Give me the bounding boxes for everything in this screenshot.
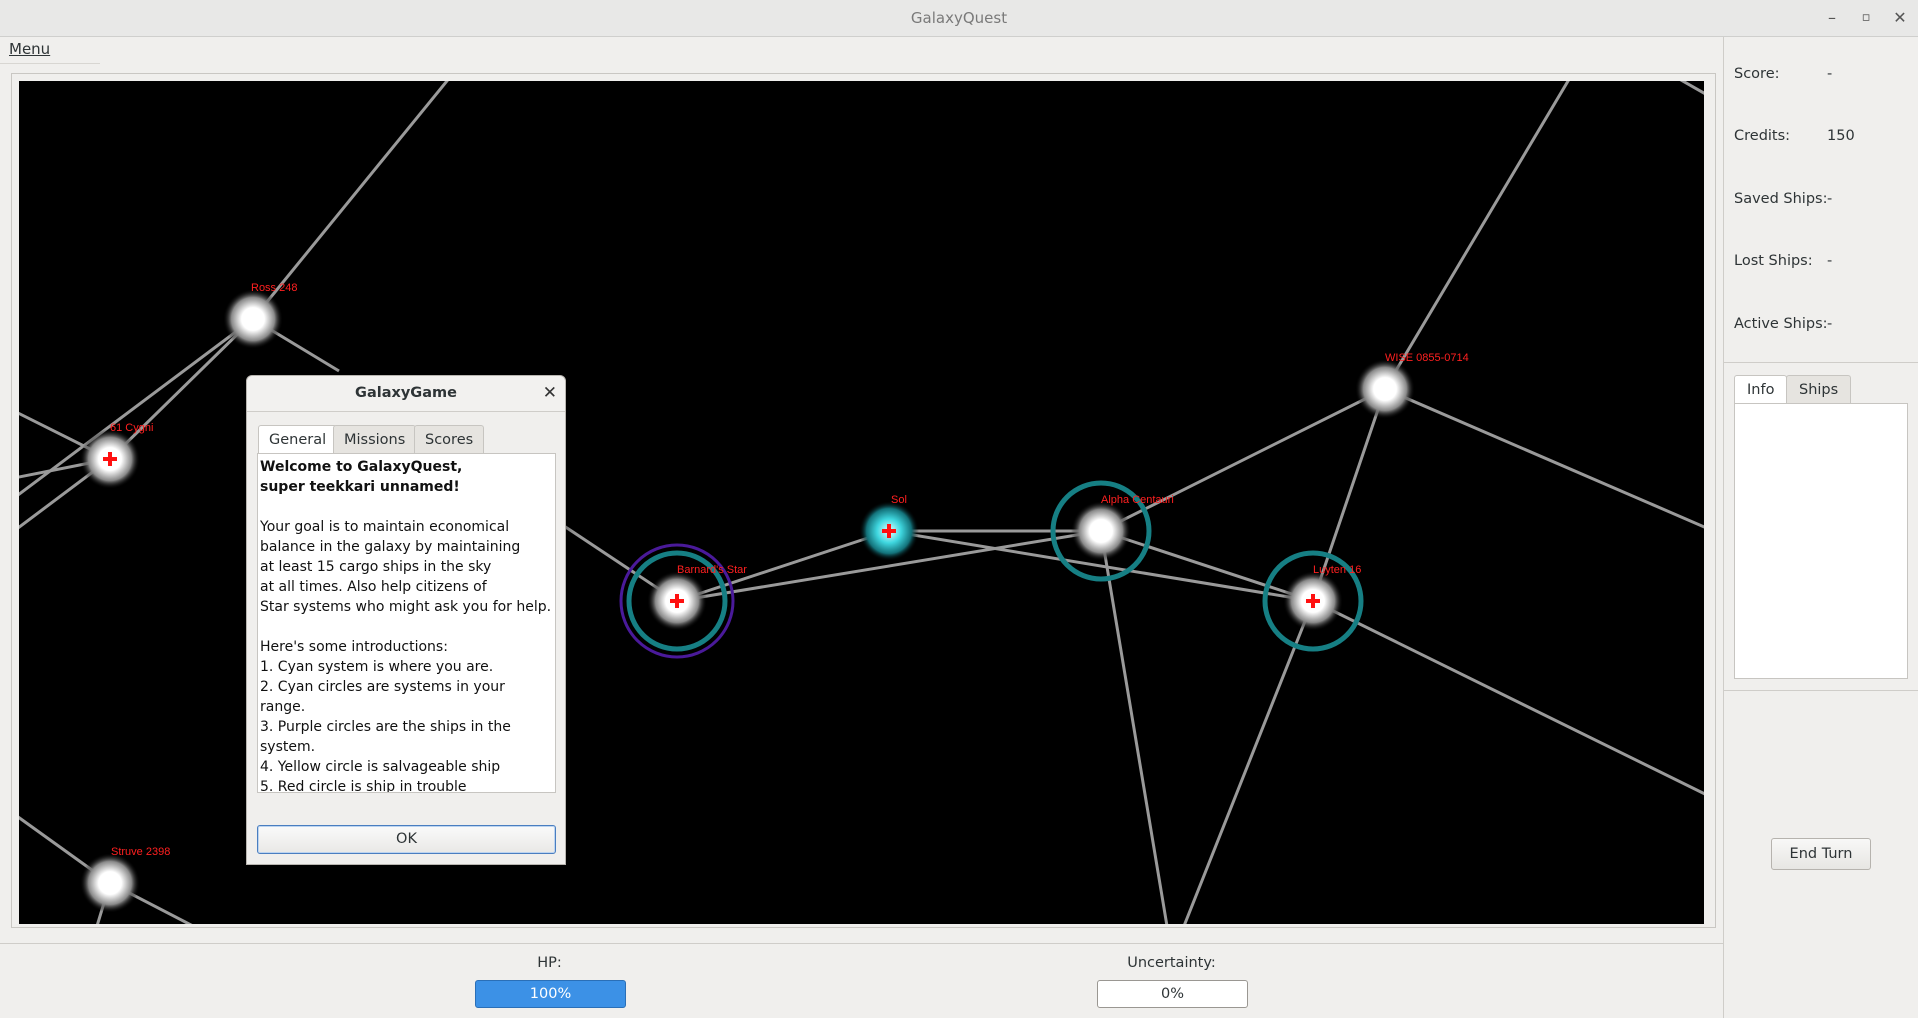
tab-missions[interactable]: Missions [333,425,417,454]
system-label: Sol [891,494,907,506]
tab-info[interactable]: Info [1734,375,1788,404]
saved-ships-label: Saved Ships: [1734,191,1828,207]
uncertainty-progress-bar: 0% [1097,980,1248,1008]
lane [1099,530,1169,924]
star-system-sol[interactable]: Sol [859,494,919,561]
close-icon[interactable]: ✕ [543,376,557,411]
menu-button[interactable]: Menu [9,40,50,58]
star-system-61-cygni[interactable]: 61 Cygni [80,422,153,489]
star-icon [1355,359,1415,419]
uncertainty-label: Uncertainty: [1127,955,1216,971]
bottom-divider [0,943,1723,944]
tab-general[interactable]: General [258,425,338,455]
star-icon [1071,501,1131,561]
tab-ships[interactable]: Ships [1786,375,1852,404]
side-divider [1724,690,1918,691]
side-panel-divider [1723,37,1724,1018]
system-label: Luyten 16 [1313,564,1361,576]
lane [1679,81,1704,95]
welcome-heading-line2: super teekkari unnamed! [260,479,460,495]
saved-ships-value: - [1827,191,1833,207]
star-system-luyten-16[interactable]: Luyten 16 [1262,550,1364,652]
hp-label: HP: [537,955,562,971]
star-icon [223,289,283,349]
star-system-wise-0855-0714[interactable]: WISE 0855-0714 [1355,352,1469,419]
minimize-icon[interactable]: – [1820,6,1844,30]
system-label: WISE 0855-0714 [1385,352,1469,364]
welcome-text: Welcome to GalaxyQuest, super teekkari u… [257,453,556,793]
system-label: 61 Cygni [110,422,153,434]
star-system-barnards-star[interactable]: Barnard's Star [619,543,747,659]
hp-progress-bar: 100% [475,980,626,1008]
ok-button[interactable]: OK [257,825,556,854]
lane [1383,81,1570,390]
info-panel [1734,403,1908,679]
star-system-alpha-centauri[interactable]: Alpha Centauri [1050,480,1174,582]
lost-ships-value: - [1827,253,1833,269]
credits-label: Credits: [1734,128,1791,144]
tab-scores[interactable]: Scores [414,425,485,454]
welcome-body: Your goal is to maintain economical bala… [260,519,552,793]
active-ships-label: Active Ships: [1734,316,1828,332]
lane [1384,387,1704,529]
system-label: Alpha Centauri [1101,494,1174,506]
close-window-icon[interactable]: ✕ [1888,6,1912,30]
lost-ships-label: Lost Ships: [1734,253,1813,269]
star-system-struve-2398[interactable]: Struve 2398 [80,846,170,913]
system-label: Barnard's Star [677,564,747,576]
star-icon [80,853,140,913]
active-ships-value: - [1827,316,1833,332]
end-turn-button[interactable]: End Turn [1771,838,1871,870]
side-divider [1724,362,1918,363]
score-value: - [1827,66,1833,82]
credits-value: 150 [1827,128,1855,144]
score-label: Score: [1734,66,1780,82]
lane [108,317,255,461]
lane [1312,599,1704,796]
dialog-title: GalaxyGame [355,385,457,401]
lane [1183,600,1315,924]
window-title: GalaxyQuest [910,9,1008,27]
system-label: Ross 248 [251,282,297,294]
welcome-heading-line1: Welcome to GalaxyQuest, [260,459,463,475]
maximize-icon[interactable]: ▫ [1854,6,1878,30]
galaxygame-dialog: GalaxyGame ✕ General Missions Scores Wel… [246,375,566,865]
system-label: Struve 2398 [111,846,170,858]
